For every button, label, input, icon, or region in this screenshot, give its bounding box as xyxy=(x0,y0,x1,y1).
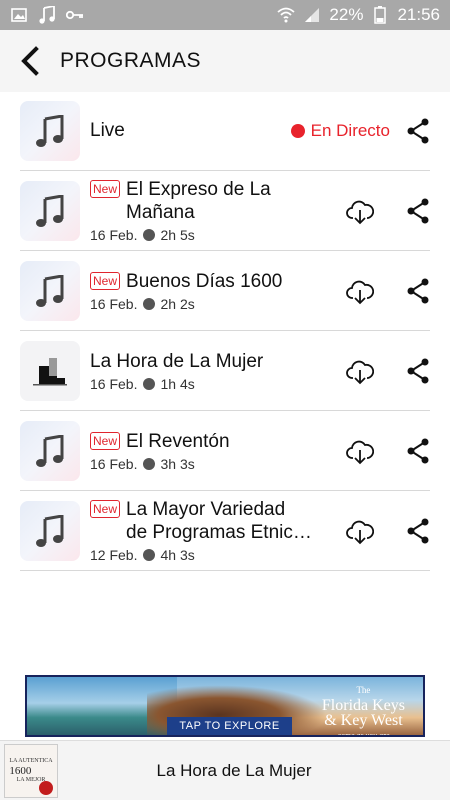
program-duration: 2h 5s xyxy=(160,227,195,243)
player-logo-number: 1600 xyxy=(9,764,32,777)
clock-dot-icon xyxy=(143,229,156,241)
new-badge: New xyxy=(90,180,121,198)
player-title: La Hora de La Mujer xyxy=(156,760,312,780)
new-badge: New xyxy=(90,431,121,450)
music-note-icon xyxy=(36,434,64,467)
program-row[interactable]: La Hora de La Mujer 16 Feb. 1h 4s xyxy=(20,331,430,411)
new-badge: New xyxy=(90,271,121,290)
share-icon xyxy=(407,518,429,544)
music-note-icon xyxy=(36,114,64,147)
back-arrow-icon xyxy=(21,46,39,76)
ad-brand-line1: The xyxy=(356,685,371,695)
program-title-line2: de Programas Etnic… xyxy=(126,522,312,543)
program-row[interactable]: New El Expreso de La Mañana 16 Feb. 2h 5… xyxy=(20,171,430,251)
program-duration: 3h 3s xyxy=(160,455,195,472)
back-button[interactable] xyxy=(0,30,60,92)
clock-dot-icon xyxy=(143,377,156,390)
mini-player[interactable]: LA AUTENTICA 1600 LA MEJOR La Hora de La… xyxy=(0,740,450,800)
share-icon xyxy=(407,198,429,224)
share-button[interactable] xyxy=(406,198,430,224)
cloud-download-icon xyxy=(346,520,375,545)
program-date: 16 Feb. xyxy=(90,295,138,312)
ad-brand-line3: & Key West xyxy=(324,712,403,729)
battery-percent: 22% xyxy=(329,5,364,24)
image-icon xyxy=(10,6,28,24)
music-note-icon xyxy=(36,274,64,307)
program-thumbnail xyxy=(20,420,80,481)
share-icon xyxy=(407,118,429,144)
download-button[interactable] xyxy=(346,439,375,465)
key-icon xyxy=(66,6,84,24)
program-title: La Hora de La Mujer xyxy=(90,350,264,372)
station-logo-icon xyxy=(33,357,67,385)
cloud-download-icon xyxy=(346,200,375,225)
page-title: PROGRAMAS xyxy=(60,49,202,72)
program-date: 12 Feb. xyxy=(90,547,138,563)
program-thumbnail xyxy=(20,500,80,561)
live-status: En Directo xyxy=(290,91,390,171)
player-station-logo: LA AUTENTICA 1600 LA MEJOR xyxy=(4,743,58,798)
share-button[interactable] xyxy=(406,438,430,464)
music-note-icon xyxy=(38,6,56,24)
battery-icon xyxy=(371,6,389,24)
program-thumbnail xyxy=(20,260,80,321)
status-bar: 22% 21:56 xyxy=(0,0,450,30)
download-button[interactable] xyxy=(346,359,375,385)
program-row[interactable]: New El Reventón 16 Feb. 3h 3s xyxy=(20,411,430,491)
live-thumbnail xyxy=(20,100,80,161)
share-button[interactable] xyxy=(406,118,430,144)
live-row[interactable]: Live En Directo xyxy=(20,91,430,171)
program-duration: 2h 2s xyxy=(160,295,195,312)
program-title: El Expreso de La xyxy=(126,179,271,200)
cloud-download-icon xyxy=(346,360,375,385)
music-note-icon xyxy=(36,194,64,227)
ad-brand-logo: The Florida Keys & Key West come as you … xyxy=(321,683,405,737)
cloud-download-icon xyxy=(346,440,375,465)
program-row[interactable]: New La Mayor Variedad de Programas Etnic… xyxy=(20,491,430,571)
live-status-label: En Directo xyxy=(310,121,390,140)
program-duration: 1h 4s xyxy=(160,375,195,392)
ad-brand-tagline: come as you are xyxy=(337,731,390,737)
ad-cta-button[interactable]: TAP TO EXPLORE xyxy=(167,717,292,735)
download-button[interactable] xyxy=(346,199,375,225)
share-icon xyxy=(407,358,429,384)
clock-dot-icon xyxy=(143,297,156,310)
share-button[interactable] xyxy=(406,278,430,304)
program-title: La Mayor Variedad xyxy=(126,499,286,520)
program-thumbnail xyxy=(20,340,80,401)
music-note-icon xyxy=(36,514,64,547)
clock-dot-icon xyxy=(143,457,156,470)
share-button[interactable] xyxy=(406,518,430,544)
app-bar: PROGRAMAS xyxy=(0,30,450,92)
new-badge: New xyxy=(90,500,121,518)
program-title: Buenos Días 1600 xyxy=(126,270,283,292)
program-date: 16 Feb. xyxy=(90,375,138,392)
program-title: El Reventón xyxy=(126,430,230,452)
program-date: 16 Feb. xyxy=(90,227,138,243)
clock: 21:56 xyxy=(397,5,440,24)
program-list: Live En Directo New El Expreso de La Mañ… xyxy=(20,91,430,571)
program-thumbnail xyxy=(20,180,80,241)
clock-dot-icon xyxy=(143,549,156,561)
live-dot-icon xyxy=(290,124,305,138)
signal-icon xyxy=(303,6,321,24)
program-row[interactable]: New Buenos Días 1600 16 Feb. 2h 2s xyxy=(20,251,430,331)
ad-banner[interactable]: TAP TO EXPLORE The Florida Keys & Key We… xyxy=(25,675,425,737)
player-logo-badge xyxy=(39,780,53,795)
player-logo-line1: LA AUTENTICA xyxy=(9,757,53,764)
download-button[interactable] xyxy=(346,279,375,305)
share-icon xyxy=(407,278,429,304)
ad-brand-line2: Florida Keys xyxy=(321,697,405,714)
program-date: 16 Feb. xyxy=(90,455,138,472)
share-button[interactable] xyxy=(406,358,430,384)
download-button[interactable] xyxy=(346,519,375,545)
wifi-icon xyxy=(277,6,296,24)
program-duration: 4h 3s xyxy=(160,547,195,563)
cloud-download-icon xyxy=(346,280,375,305)
program-title-line2: Mañana xyxy=(126,202,195,223)
share-icon xyxy=(407,438,429,464)
